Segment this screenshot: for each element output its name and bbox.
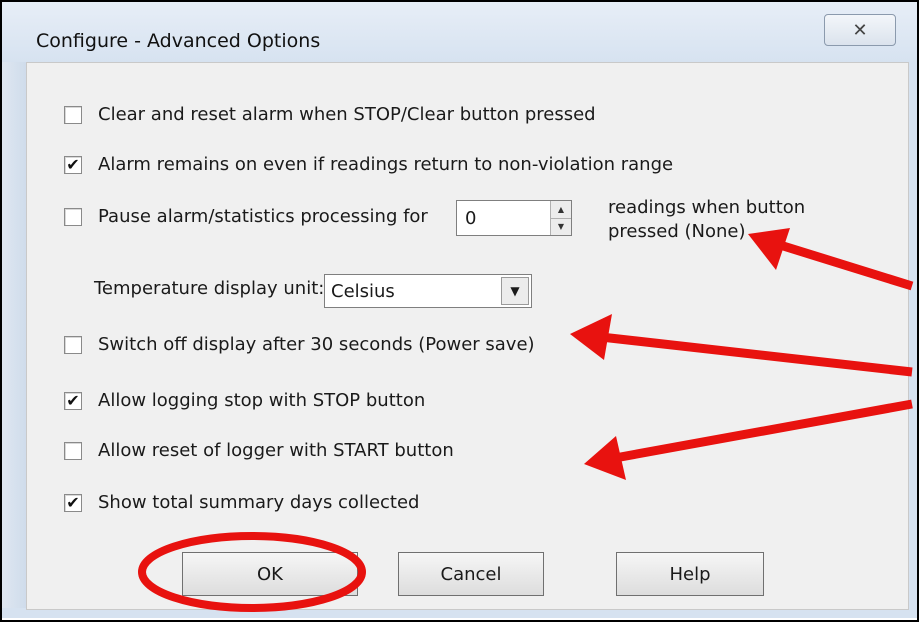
label-allow-logging-stop: Allow logging stop with STOP button <box>98 390 426 411</box>
checkbox-show-summary[interactable]: ✔ <box>64 493 82 512</box>
temperature-unit-row: Temperature display unit: <box>94 278 324 299</box>
readings-caption-line1: readings when button <box>608 197 806 218</box>
option-show-summary[interactable]: ✔ Show total summary days collected <box>64 492 419 513</box>
temperature-unit-value: Celsius <box>331 280 395 302</box>
cancel-button[interactable]: Cancel <box>398 552 544 596</box>
checkbox-clear-reset[interactable] <box>64 105 82 124</box>
label-allow-reset: Allow reset of logger with START button <box>98 440 454 461</box>
spin-down-icon[interactable]: ▼ <box>551 218 571 235</box>
title-bar: Configure - Advanced Options ✕ <box>2 2 917 64</box>
option-clear-reset[interactable]: Clear and reset alarm when STOP/Clear bu… <box>64 104 596 125</box>
readings-caption: readings when button pressed (None) <box>608 196 805 244</box>
label-alarm-remains: Alarm remains on even if readings return… <box>98 154 674 175</box>
label-switch-off: Switch off display after 30 seconds (Pow… <box>98 334 535 355</box>
pause-count-spinner[interactable]: 0 ▲ ▼ <box>456 200 572 236</box>
pause-count-value[interactable]: 0 <box>457 201 550 235</box>
option-alarm-remains[interactable]: ✔ Alarm remains on even if readings retu… <box>64 154 673 175</box>
checkbox-pause-alarm[interactable] <box>64 207 82 226</box>
close-button[interactable]: ✕ <box>824 14 896 46</box>
dropdown-arrow-icon[interactable]: ▼ <box>501 277 529 305</box>
option-allow-logging-stop[interactable]: ✔ Allow logging stop with STOP button <box>64 390 425 411</box>
window-title: Configure - Advanced Options <box>36 30 321 52</box>
label-clear-reset: Clear and reset alarm when STOP/Clear bu… <box>98 104 596 125</box>
readings-caption-line2: pressed (None) <box>608 221 746 242</box>
close-icon: ✕ <box>852 19 868 41</box>
spin-up-icon[interactable]: ▲ <box>551 201 571 219</box>
label-pause-alarm: Pause alarm/statistics processing for <box>98 206 428 227</box>
ok-button[interactable]: OK <box>182 552 358 596</box>
window-frame-left <box>2 62 26 618</box>
temperature-unit-label: Temperature display unit: <box>94 278 325 299</box>
checkbox-allow-reset[interactable] <box>64 441 82 460</box>
checkbox-alarm-remains[interactable]: ✔ <box>64 155 82 174</box>
temperature-unit-select[interactable]: Celsius ▼ <box>324 274 532 308</box>
label-show-summary: Show total summary days collected <box>98 492 420 513</box>
spinner-buttons: ▲ ▼ <box>550 201 571 235</box>
option-switch-off[interactable]: Switch off display after 30 seconds (Pow… <box>64 334 535 355</box>
option-pause-alarm[interactable]: Pause alarm/statistics processing for <box>64 206 428 227</box>
checkbox-switch-off[interactable] <box>64 335 82 354</box>
checkbox-allow-logging-stop[interactable]: ✔ <box>64 391 82 410</box>
help-button[interactable]: Help <box>616 552 764 596</box>
option-allow-reset[interactable]: Allow reset of logger with START button <box>64 440 454 461</box>
